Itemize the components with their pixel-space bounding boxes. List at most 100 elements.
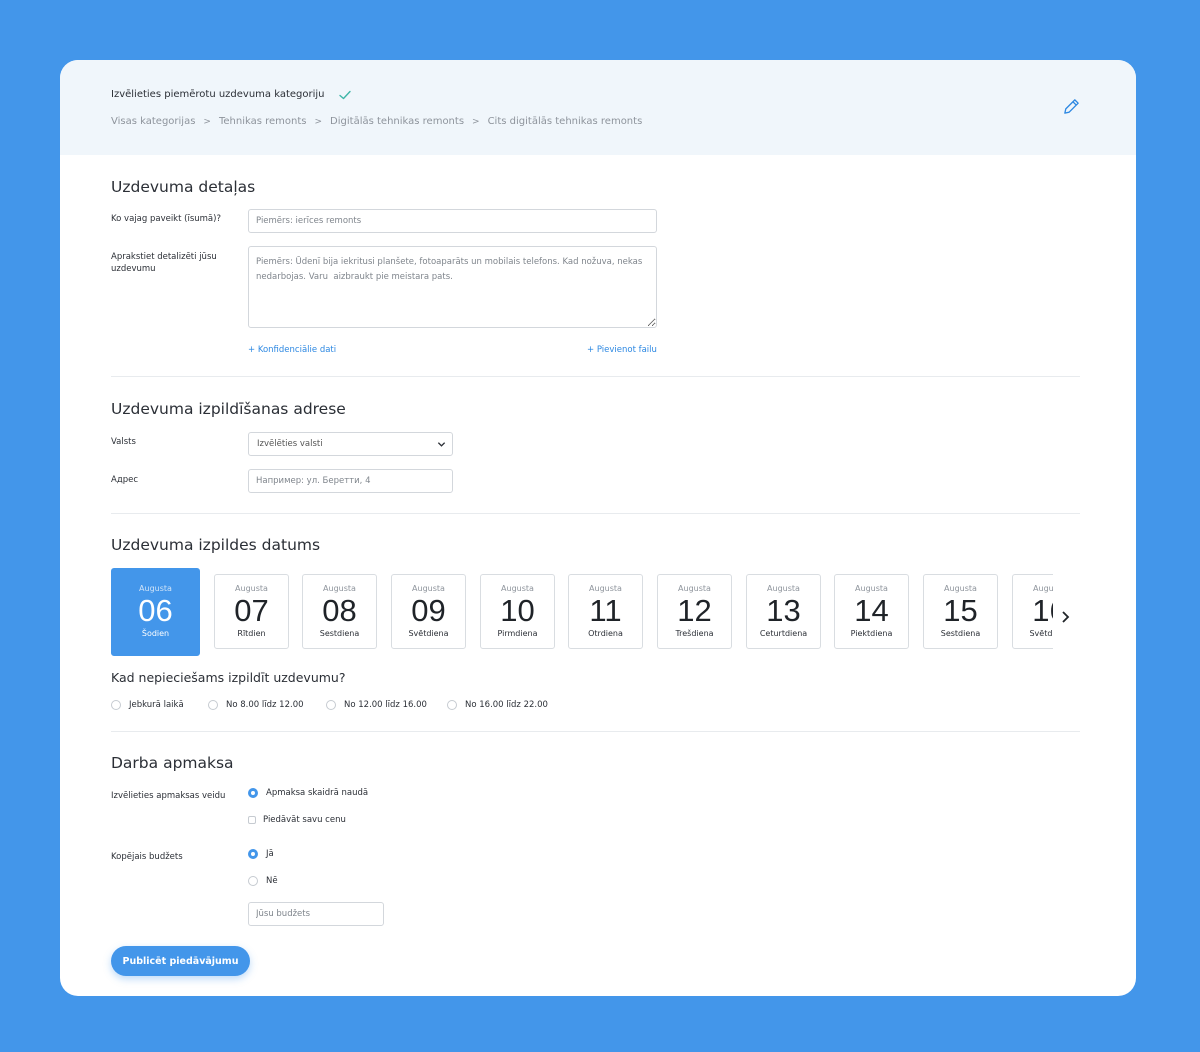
date-weekday: Svētdiena xyxy=(408,629,449,638)
date-month: Augusta xyxy=(678,584,711,593)
confidential-data-link[interactable]: + Konfidenciālie dati xyxy=(248,345,336,355)
date-weekday: Piektdiena xyxy=(850,629,893,638)
what-label: Ko vajag paveikt (īsumā)? xyxy=(111,214,221,224)
date-card[interactable]: Augusta 12 Trešdiena xyxy=(657,574,732,649)
describe-textarea[interactable] xyxy=(248,246,657,328)
radio-icon[interactable] xyxy=(248,849,258,859)
category-title: Izvēlieties piemērotu uzdevuma kategorij… xyxy=(111,89,351,100)
category-header: Izvēlieties piemērotu uzdevuma kategorij… xyxy=(60,60,1136,155)
pencil-icon[interactable] xyxy=(1062,97,1081,116)
radio-icon[interactable] xyxy=(248,788,258,798)
date-card[interactable]: Augusta 11 Otrdiena xyxy=(568,574,643,649)
address-title: Uzdevuma izpildīšanas adrese xyxy=(111,400,346,418)
date-day: 09 xyxy=(411,593,446,628)
date-weekday: Svētdiena xyxy=(1029,629,1053,638)
divider xyxy=(111,731,1080,732)
time-option-label: No 8.00 līdz 12.00 xyxy=(226,700,304,710)
date-month: Augusta xyxy=(1033,584,1053,593)
date-weekday: Rītdien xyxy=(237,629,266,638)
payment-title: Darba apmaksa xyxy=(111,754,234,772)
payment-offer-label: Piedāvāt savu cenu xyxy=(263,815,346,825)
date-title: Uzdevuma izpildes datums xyxy=(111,536,321,554)
date-day: 12 xyxy=(677,593,712,628)
radio-icon[interactable] xyxy=(111,700,121,710)
payment-offer-option[interactable]: Piedāvāt savu cenu xyxy=(248,815,346,825)
attach-file-link[interactable]: + Pievienot failu xyxy=(587,345,657,355)
payment-cash-label: Apmaksa skaidrā naudā xyxy=(266,788,369,798)
time-option[interactable]: No 12.00 līdz 16.00 xyxy=(326,700,427,710)
check-icon xyxy=(338,90,351,99)
date-card[interactable]: Augusta 07 Rītdien xyxy=(214,574,289,649)
budget-input[interactable] xyxy=(248,902,384,926)
date-weekday: Sestdiena xyxy=(319,629,360,638)
publish-button[interactable]: Publicēt piedāvājumu xyxy=(111,946,250,976)
radio-icon[interactable] xyxy=(208,700,218,710)
breadcrumb-item-digital[interactable]: Digitālās tehnikas remonts xyxy=(330,116,464,127)
task-form-card: Izvēlieties piemērotu uzdevuma kategorij… xyxy=(60,60,1136,996)
breadcrumb-separator: > xyxy=(472,116,480,127)
chevron-down-icon xyxy=(437,442,446,447)
budget-label: Kopējais budžets xyxy=(111,852,183,862)
date-card[interactable]: Augusta 06 Šodien xyxy=(111,568,200,656)
date-weekday: Ceturtdiena xyxy=(759,629,808,638)
details-title: Uzdevuma detaļas xyxy=(111,178,256,196)
date-month: Augusta xyxy=(412,584,445,593)
chevron-right-icon[interactable] xyxy=(1060,608,1072,626)
budget-yes-label: Jā xyxy=(266,849,274,859)
date-day: 13 xyxy=(766,593,801,628)
date-card[interactable]: Augusta 16 Svētdiena xyxy=(1012,574,1053,649)
date-card[interactable]: Augusta 14 Piektdiena xyxy=(834,574,909,649)
date-weekday: Pirmdiena xyxy=(497,629,538,638)
date-day: 16 xyxy=(1032,593,1053,628)
time-option-label: Jebkurā laikā xyxy=(129,700,184,710)
date-card[interactable]: Augusta 13 Ceturtdiena xyxy=(746,574,821,649)
checkbox[interactable] xyxy=(248,816,256,824)
date-card[interactable]: Augusta 10 Pirmdiena xyxy=(480,574,555,649)
time-option[interactable]: No 8.00 līdz 12.00 xyxy=(208,700,304,710)
time-option[interactable]: Jebkurā laikā xyxy=(111,700,184,710)
date-day: 07 xyxy=(234,593,269,628)
breadcrumb-item-all[interactable]: Visas kategorijas xyxy=(111,116,195,127)
radio-icon[interactable] xyxy=(326,700,336,710)
date-month: Augusta xyxy=(323,584,356,593)
country-label: Valsts xyxy=(111,437,136,447)
date-month: Augusta xyxy=(944,584,977,593)
date-day: 11 xyxy=(589,593,622,628)
radio-icon[interactable] xyxy=(248,876,258,886)
budget-no-option[interactable]: Nē xyxy=(248,876,278,886)
date-picker: Augusta 06 Šodien Augusta 07 Rītdien Aug… xyxy=(111,568,1053,656)
payment-method-label: Izvēlieties apmaksas veidu xyxy=(111,791,226,801)
date-month: Augusta xyxy=(589,584,622,593)
date-weekday: Šodien xyxy=(141,629,170,638)
radio-icon[interactable] xyxy=(447,700,457,710)
breadcrumb-separator: > xyxy=(203,116,211,127)
date-day: 15 xyxy=(943,593,978,628)
breadcrumb-item-other[interactable]: Cits digitālās tehnikas remonts xyxy=(488,116,643,127)
date-month: Augusta xyxy=(139,584,172,593)
time-option[interactable]: No 16.00 līdz 22.00 xyxy=(447,700,548,710)
date-card[interactable]: Augusta 08 Sestdiena xyxy=(302,574,377,649)
date-month: Augusta xyxy=(767,584,800,593)
date-weekday: Sestdiena xyxy=(940,629,981,638)
address-label: Адрес xyxy=(111,475,138,485)
what-input[interactable] xyxy=(248,209,657,233)
country-select-value: Izvēlēties valsti xyxy=(257,439,323,449)
budget-no-label: Nē xyxy=(266,876,278,886)
address-input[interactable] xyxy=(248,469,453,493)
date-weekday: Trešdiena xyxy=(675,629,714,638)
payment-cash-option[interactable]: Apmaksa skaidrā naudā xyxy=(248,788,368,798)
country-select[interactable]: Izvēlēties valsti xyxy=(248,432,453,456)
date-month: Augusta xyxy=(501,584,534,593)
describe-label: Aprakstiet detalizēti jūsu uzdevumu xyxy=(111,252,217,274)
date-card[interactable]: Augusta 09 Svētdiena xyxy=(391,574,466,649)
divider xyxy=(111,513,1080,514)
breadcrumb: Visas kategorijas > Tehnikas remonts > D… xyxy=(111,116,642,127)
date-day: 10 xyxy=(500,593,535,628)
time-option-label: No 16.00 līdz 22.00 xyxy=(465,700,548,710)
date-card[interactable]: Augusta 15 Sestdiena xyxy=(923,574,998,649)
divider xyxy=(111,376,1080,377)
breadcrumb-item-tech[interactable]: Tehnikas remonts xyxy=(219,116,307,127)
time-question: Kad nepieciešams izpildīt uzdevumu? xyxy=(111,670,346,685)
date-day: 14 xyxy=(854,593,889,628)
budget-yes-option[interactable]: Jā xyxy=(248,849,274,859)
